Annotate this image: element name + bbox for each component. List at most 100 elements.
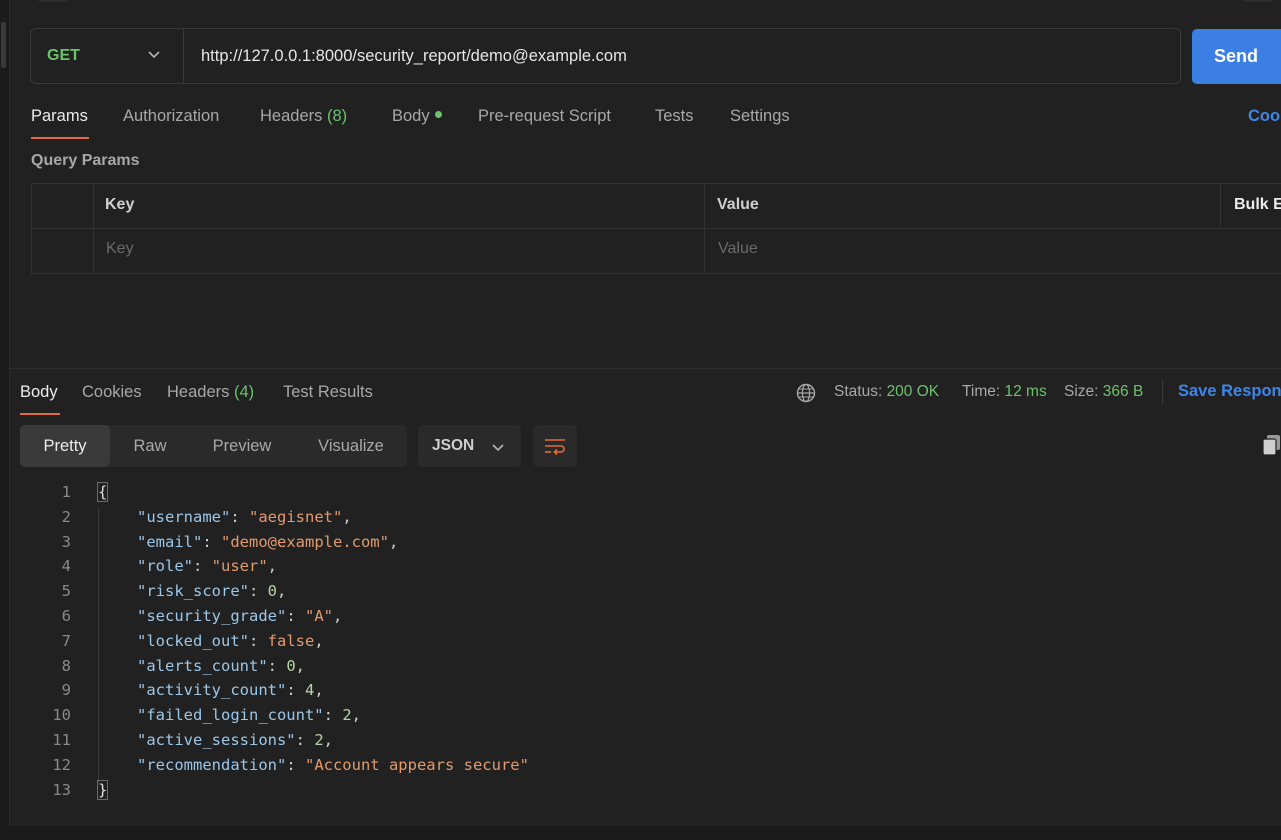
code-line: 8 "alerts_count": 0, <box>0 657 1281 682</box>
query-params-title: Query Params <box>31 152 140 169</box>
cookies-link[interactable]: Coo <box>1248 107 1280 126</box>
chevron-down-icon <box>492 444 504 452</box>
url-input[interactable] <box>201 45 1161 67</box>
response-tab-body[interactable]: Body <box>20 383 58 402</box>
json-entry: "recommendation": "Account appears secur… <box>137 756 529 774</box>
wrap-lines-button[interactable] <box>533 425 577 467</box>
json-comma: , <box>314 681 324 700</box>
json-key: "role" <box>137 557 193 576</box>
method-select[interactable]: GET <box>31 29 184 83</box>
url-bar: GET <box>30 28 1181 84</box>
json-colon: : <box>248 582 268 601</box>
response-tab-test-results[interactable]: Test Results <box>283 383 373 402</box>
format-select[interactable]: JSON <box>418 425 521 467</box>
json-value: 2 <box>314 731 324 749</box>
code-line: 12 "recommendation": "Account appears sec… <box>0 756 1281 781</box>
json-entry: "alerts_count": 0, <box>137 657 305 675</box>
status-indicator[interactable]: Status: 200 OK <box>834 383 939 401</box>
tab-body[interactable]: Body <box>392 107 442 126</box>
view-preview-button[interactable]: Preview <box>196 425 288 467</box>
method-label: GET <box>47 47 80 64</box>
json-value: 0 <box>267 582 277 601</box>
status-label: Status: <box>834 383 883 400</box>
line-number: 4 <box>61 557 71 576</box>
json-comma: , <box>351 706 361 725</box>
table-divider <box>1220 183 1221 228</box>
response-headers-count: (4) <box>233 383 255 401</box>
bulk-edit-link[interactable]: Bulk E <box>1234 196 1281 214</box>
json-entry: "active_sessions": 2, <box>137 731 333 749</box>
line-number: 10 <box>52 706 71 725</box>
code-line: 2 "username": "aegisnet", <box>0 508 1281 533</box>
line-number: 9 <box>61 681 71 700</box>
json-brace: } <box>96 779 109 800</box>
response-tab-headers-label: Headers <box>167 383 230 401</box>
view-pretty-button[interactable]: Pretty <box>20 425 110 467</box>
json-key: "risk_score" <box>137 582 249 601</box>
tab-tests[interactable]: Tests <box>655 107 694 126</box>
code-line: 1{ <box>0 482 1281 508</box>
code-line: 7 "locked_out": false, <box>0 632 1281 657</box>
json-colon: : <box>202 532 221 551</box>
json-entry: "security_grade": "A", <box>137 607 342 625</box>
json-entry: "username": "aegisnet", <box>137 508 352 526</box>
json-comma: , <box>388 532 399 551</box>
value-column-header: Value <box>717 196 759 213</box>
body-indicator-dot <box>434 111 442 119</box>
tab-params[interactable]: Params <box>31 107 88 126</box>
response-tab-headers[interactable]: Headers (4) <box>167 383 254 402</box>
save-response-button[interactable]: Save Respon <box>1178 382 1281 401</box>
key-column-header: Key <box>105 196 135 213</box>
globe-icon[interactable] <box>795 382 817 404</box>
time-indicator[interactable]: Time: 12 ms <box>962 383 1047 401</box>
top-strip <box>10 0 1281 8</box>
json-comma: , <box>267 557 278 576</box>
json-colon: : <box>323 706 343 725</box>
view-visualize-button[interactable]: Visualize <box>304 425 398 467</box>
param-key-input[interactable] <box>106 240 406 258</box>
json-key: "failed_login_count" <box>137 706 324 725</box>
json-colon: : <box>295 731 315 749</box>
copy-icon[interactable] <box>1262 434 1281 456</box>
json-value: "demo@example.com" <box>221 532 389 551</box>
line-number: 8 <box>61 656 71 675</box>
sidebar-handle[interactable] <box>1 22 6 68</box>
tab-prerequest-script[interactable]: Pre-request Script <box>478 107 611 126</box>
json-key: "username" <box>137 507 231 526</box>
line-number: 5 <box>61 582 71 601</box>
size-indicator[interactable]: Size: 366 B <box>1064 383 1143 401</box>
send-button[interactable]: Send <box>1192 29 1281 84</box>
response-tab-cookies[interactable]: Cookies <box>82 383 142 402</box>
pane-divider[interactable] <box>10 368 1281 369</box>
format-label: JSON <box>432 437 475 454</box>
table-divider <box>93 183 94 274</box>
toolbar-divider <box>1162 380 1163 404</box>
json-comma: , <box>277 582 287 601</box>
json-entry: "locked_out": false, <box>137 632 324 650</box>
wrap-lines-icon <box>545 439 565 456</box>
json-colon: : <box>248 631 268 650</box>
json-colon: : <box>286 681 305 700</box>
code-line: 13} <box>0 779 1281 806</box>
brace-char: } <box>96 779 109 800</box>
json-value: 0 <box>286 656 296 675</box>
tab-headers[interactable]: Headers (8) <box>260 107 347 126</box>
param-value-input[interactable] <box>718 240 1018 258</box>
json-comma: , <box>332 607 343 625</box>
tab-settings[interactable]: Settings <box>730 107 790 126</box>
view-mode-group: Pretty Raw Preview Visualize <box>20 425 407 467</box>
line-number: 11 <box>52 731 71 749</box>
code-line: 6 "security_grade": "A", <box>0 607 1281 632</box>
tab-body-label: Body <box>392 107 430 125</box>
tab-headers-label: Headers <box>260 107 323 125</box>
json-entry: "role": "user", <box>137 557 277 575</box>
json-comma: , <box>295 656 306 675</box>
tab-authorization[interactable]: Authorization <box>123 107 219 126</box>
active-tab-indicator <box>31 137 89 139</box>
line-number: 7 <box>61 631 71 650</box>
line-number: 2 <box>61 507 71 526</box>
json-comma: , <box>314 631 324 650</box>
json-value: 2 <box>342 706 352 725</box>
size-label: Size: <box>1064 383 1099 400</box>
view-raw-button[interactable]: Raw <box>116 425 184 467</box>
